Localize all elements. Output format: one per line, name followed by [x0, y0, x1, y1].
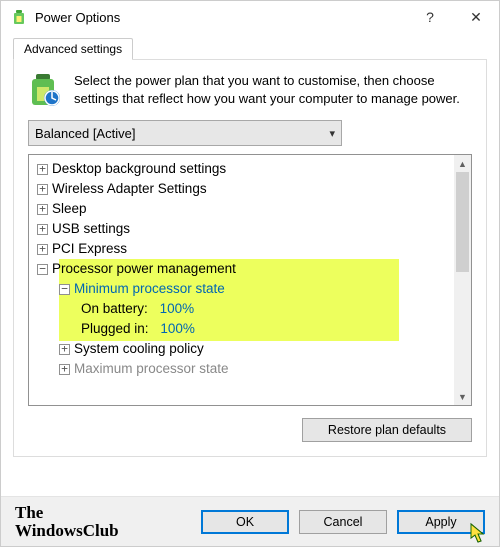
plugged-in-value: 100% [160, 319, 195, 339]
expand-icon[interactable]: + [37, 204, 48, 215]
tree-item-desktop-background[interactable]: + Desktop background settings [31, 159, 452, 179]
power-options-icon [11, 9, 27, 25]
tab-advanced-settings[interactable]: Advanced settings [13, 38, 133, 60]
intro-text: Select the power plan that you want to c… [74, 72, 472, 107]
scroll-thumb[interactable] [456, 172, 469, 272]
expand-icon[interactable]: + [37, 244, 48, 255]
close-button[interactable]: ✕ [453, 1, 499, 33]
tree-item-usb-settings[interactable]: + USB settings [31, 219, 452, 239]
expand-icon[interactable]: + [59, 364, 70, 375]
expand-icon[interactable]: + [37, 224, 48, 235]
scroll-down-arrow-icon[interactable]: ▼ [454, 388, 471, 405]
tab-strip: Advanced settings [13, 37, 487, 60]
ok-button[interactable]: OK [201, 510, 289, 534]
settings-tree[interactable]: + Desktop background settings + Wireless… [28, 154, 472, 406]
tree-scrollbar[interactable]: ▲ ▼ [454, 155, 471, 405]
title-bar: Power Options ? ✕ [1, 1, 499, 33]
expand-icon[interactable]: + [59, 344, 70, 355]
cancel-button[interactable]: Cancel [299, 510, 387, 534]
collapse-icon[interactable]: − [59, 284, 70, 295]
tree-item-system-cooling-policy[interactable]: + System cooling policy [31, 339, 452, 359]
on-battery-value: 100% [160, 299, 195, 319]
restore-plan-defaults-button[interactable]: Restore plan defaults [302, 418, 472, 442]
help-button[interactable]: ? [407, 1, 453, 33]
tree-item-minimum-processor-state[interactable]: − Minimum processor state [31, 279, 452, 299]
collapse-icon[interactable]: − [37, 264, 48, 275]
tree-item-pci-express[interactable]: + PCI Express [31, 239, 452, 259]
tab-panel: Select the power plan that you want to c… [13, 60, 487, 457]
tree-item-on-battery[interactable]: On battery: 100% [31, 299, 452, 319]
tree-item-wireless-adapter[interactable]: + Wireless Adapter Settings [31, 179, 452, 199]
battery-icon [28, 72, 64, 108]
intro-row: Select the power plan that you want to c… [28, 72, 472, 108]
apply-button[interactable]: Apply [397, 510, 485, 534]
expand-icon[interactable]: + [37, 184, 48, 195]
scroll-up-arrow-icon[interactable]: ▲ [454, 155, 471, 172]
scroll-track[interactable] [454, 172, 471, 388]
dialog-content: Advanced settings Select the power plan … [1, 33, 499, 465]
power-plan-value: Balanced [Active] [35, 126, 135, 141]
tree-item-plugged-in[interactable]: Plugged in: 100% [31, 319, 452, 339]
chevron-down-icon: ▾ [329, 127, 335, 140]
tree-item-maximum-processor-state[interactable]: + Maximum processor state [31, 359, 452, 379]
expand-icon[interactable]: + [37, 164, 48, 175]
window-title: Power Options [35, 10, 407, 25]
tree-item-sleep[interactable]: + Sleep [31, 199, 452, 219]
watermark: The WindowsClub [15, 504, 119, 540]
tree-item-processor-power-management[interactable]: − Processor power management [31, 259, 452, 279]
power-plan-select[interactable]: Balanced [Active] ▾ [28, 120, 342, 146]
